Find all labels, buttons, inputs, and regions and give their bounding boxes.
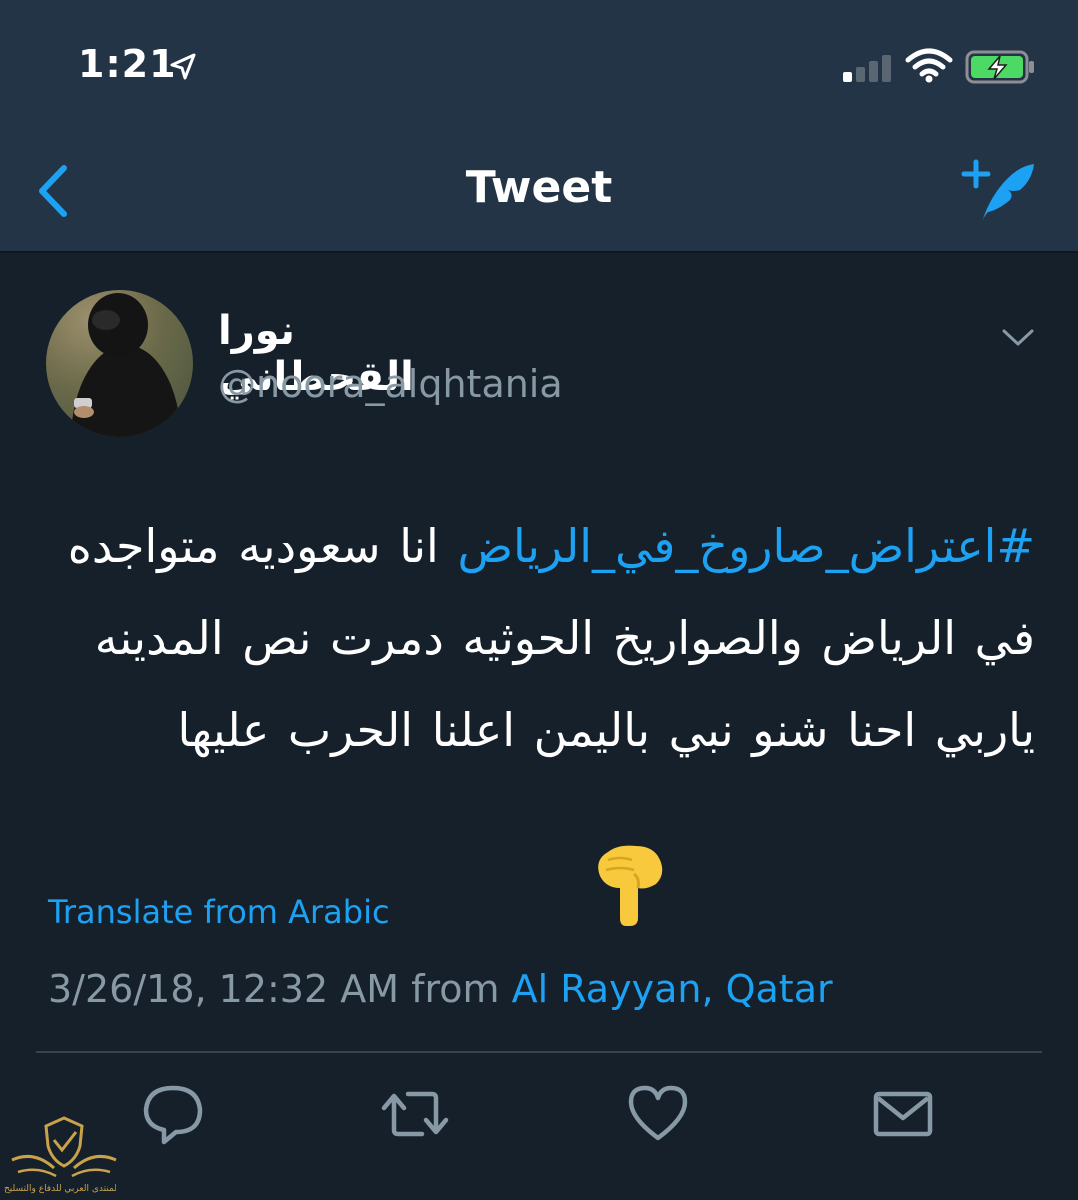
tweet-text: #اعتراض_صاروخ_في_الرياض انا سعوديه متواج… xyxy=(40,500,1035,776)
header-divider xyxy=(0,251,1078,253)
location-link[interactable]: Al Rayyan, Qatar xyxy=(512,967,833,1011)
app-header: 1:21 Tweet xyxy=(0,0,1078,252)
heart-icon[interactable] xyxy=(623,1082,693,1146)
author-handle[interactable]: @noora_alqhtania xyxy=(218,362,563,406)
location-arrow-icon xyxy=(170,53,196,80)
hashtag-link[interactable]: #اعتراض_صاروخ_في_الرياض xyxy=(457,519,1035,573)
reply-icon[interactable] xyxy=(138,1082,208,1146)
chevron-down-icon[interactable] xyxy=(998,322,1038,352)
actions-divider xyxy=(36,1051,1042,1053)
status-bar: 1:21 xyxy=(0,0,1078,130)
nav-bar: Tweet xyxy=(0,140,1078,240)
watermark-text: المنتدى العربي للدفاع والتسليح xyxy=(4,1184,116,1194)
battery-charging-icon xyxy=(965,50,1034,84)
backhand-pointing-down-emoji xyxy=(598,845,663,926)
avatar[interactable] xyxy=(46,290,193,437)
page-title: Tweet xyxy=(465,162,613,213)
tweet-timestamp: 3/26/18, 12:32 AM from xyxy=(48,967,512,1011)
status-time: 1:21 xyxy=(78,42,177,86)
translate-link[interactable]: Translate from Arabic xyxy=(48,893,390,931)
tweet-metadata: 3/26/18, 12:32 AM from Al Rayyan, Qatar xyxy=(48,967,833,1011)
mail-icon[interactable] xyxy=(868,1082,938,1146)
signal-icon xyxy=(843,55,891,82)
wifi-icon xyxy=(905,48,953,83)
compose-tweet-icon[interactable] xyxy=(958,156,1038,226)
retweet-icon[interactable] xyxy=(380,1082,450,1146)
avatar-figure xyxy=(71,293,181,437)
